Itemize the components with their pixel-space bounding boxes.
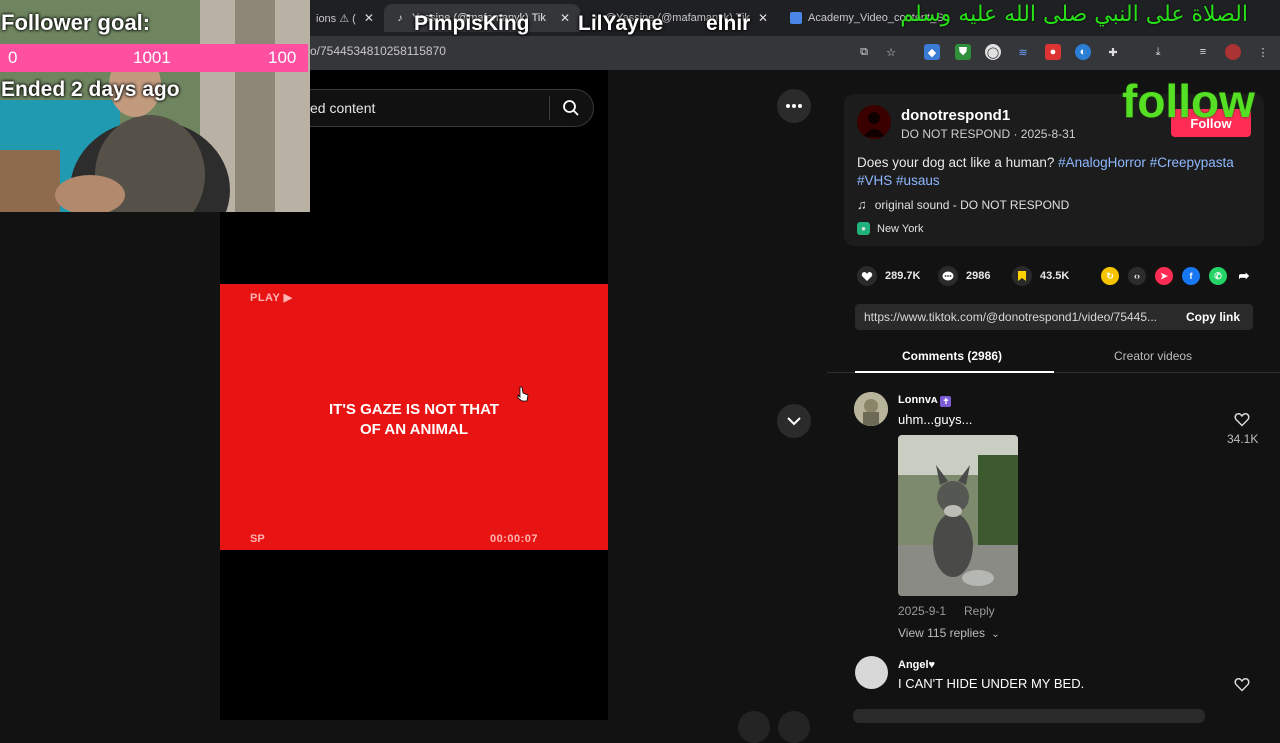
comment-like-icon[interactable]	[1234, 677, 1250, 697]
stream-name-overlay: elnir	[706, 12, 751, 35]
comment-stat[interactable]: 2986	[938, 266, 990, 286]
goal-min: 0	[8, 48, 18, 67]
vhs-play-label: PLAY ▶	[250, 292, 293, 304]
commenter-avatar[interactable]	[854, 392, 888, 426]
arabic-banner-overlay: الصلاة على النبي صلى الله عليه وسلم	[900, 2, 1248, 27]
follower-goal-title: Follower goal:	[1, 10, 151, 35]
location-pin-icon: ●	[857, 222, 870, 235]
docs-icon	[790, 12, 802, 24]
close-tab-icon[interactable]: ✕	[552, 11, 570, 25]
location-name: New York	[877, 222, 924, 235]
record-extension-icon[interactable]: ●	[1045, 44, 1061, 60]
facebook-icon[interactable]: f	[1182, 267, 1200, 285]
comment-text: I CAN'T HIDE UNDER MY BED.	[898, 676, 1085, 691]
close-tab-icon[interactable]: ✕	[356, 11, 374, 25]
extensions-puzzle-icon[interactable]: ✚	[1105, 44, 1121, 60]
chevron-down-icon: ⌄	[991, 629, 1000, 640]
send-icon[interactable]: ➤	[1155, 267, 1173, 285]
extension-icon[interactable]: ≋	[1015, 44, 1031, 60]
extension-icon[interactable]: ◐	[1075, 44, 1091, 60]
creator-subline: DO NOT RESPOND · 2025-8-31	[901, 127, 1076, 141]
vhs-timecode: 00:00:07	[490, 533, 539, 545]
save-count: 43.5K	[1040, 270, 1070, 282]
creator-avatar[interactable]	[857, 105, 891, 139]
commenter-name[interactable]: Angel♥	[898, 659, 935, 671]
location-row[interactable]: ● New York	[857, 222, 923, 235]
copy-link-button[interactable]: Copy link	[1186, 310, 1240, 324]
url-field[interactable]: o/7544534810258115870	[310, 44, 446, 58]
scroll-control[interactable]	[738, 711, 770, 743]
follow-text-overlay: follow	[1122, 75, 1255, 127]
chevron-down-icon	[787, 416, 801, 425]
repost-icon[interactable]: ↻	[1101, 267, 1119, 285]
media-control-icon[interactable]: ≡	[1195, 44, 1211, 60]
search-input[interactable]: ed content	[310, 100, 375, 116]
scroll-control[interactable]	[778, 711, 810, 743]
bookmark-star-icon[interactable]: ☆	[883, 44, 899, 60]
mouse-cursor-icon	[517, 386, 529, 407]
like-count: 289.7K	[885, 270, 921, 282]
next-video-button[interactable]	[777, 404, 811, 438]
bookmark-icon	[1012, 266, 1032, 286]
comment-like-icon[interactable]	[1234, 412, 1250, 432]
stream-name-overlay: LilYayne	[578, 12, 664, 35]
tab-comments[interactable]: Comments (2986)	[902, 349, 1002, 363]
video-caption-line-1: IT'S GAZE IS NOT THAT	[329, 401, 499, 418]
view-replies-label: View 115 replies	[898, 626, 985, 640]
active-tab-underline	[855, 371, 1054, 373]
comment-text: uhm...guys...	[898, 412, 973, 427]
browser-tab-1[interactable]: ions ⚠ ( ✕	[306, 4, 382, 32]
hashtag-link[interactable]: #AnalogHorror	[1058, 155, 1146, 170]
view-replies-button[interactable]: View 115 replies ⌄	[898, 626, 1000, 640]
tiktok-icon: ♪	[397, 12, 403, 24]
post-description: Does your dog act like a human? #AnalogH…	[857, 154, 1257, 190]
profile-avatar-icon[interactable]	[1225, 44, 1241, 60]
tab-creator-videos[interactable]: Creator videos	[1114, 349, 1192, 363]
like-stat[interactable]: 289.7K	[857, 266, 920, 286]
comment-count: 2986	[966, 270, 991, 282]
heart-icon	[857, 266, 877, 286]
badge-icon: ✝	[940, 396, 952, 407]
follower-goal-status: Ended 2 days ago	[1, 78, 180, 101]
search-divider	[549, 96, 550, 120]
comment-like-count: 34.1K	[1227, 432, 1259, 446]
extension-icon[interactable]: ◆	[924, 44, 940, 60]
video-caption-line-2: OF AN ANIMAL	[359, 421, 469, 438]
browser-menu-icon[interactable]: ⋮	[1255, 44, 1271, 60]
goal-current: 1001	[133, 48, 171, 67]
search-icon[interactable]	[562, 99, 580, 122]
creator-username[interactable]: donotrespond1	[901, 107, 1010, 124]
goal-max: 100	[268, 48, 297, 67]
save-stat[interactable]: 43.5K	[1012, 266, 1069, 286]
commenter-avatar[interactable]	[855, 656, 888, 689]
embed-code-icon[interactable]: ‹›	[1128, 267, 1146, 285]
more-dots-icon	[786, 104, 802, 108]
sound-name: original sound - DO NOT RESPOND	[874, 197, 1070, 212]
tab-label: ions ⚠ (	[316, 12, 356, 25]
download-icon[interactable]: ⤓	[1150, 44, 1166, 60]
hashtag-link[interactable]: #Creepypasta	[1150, 155, 1234, 170]
more-options-button[interactable]	[777, 89, 811, 123]
share-arrow-icon[interactable]: ➦	[1235, 267, 1253, 285]
comment-date: 2025-9-1	[898, 604, 947, 618]
vhs-sp-label: SP	[250, 533, 265, 545]
commenter-name[interactable]: Lonnvᴀ ✝	[898, 394, 952, 407]
stream-name-overlay: PimpisKing	[414, 12, 530, 35]
video-link-text[interactable]: https://www.tiktok.com/@donotrespond1/vi…	[864, 310, 1157, 324]
hashtag-link[interactable]: #usaus	[896, 173, 940, 188]
music-note-icon: ♫	[857, 197, 867, 212]
comment-bubble-icon	[938, 266, 958, 286]
close-tab-icon[interactable]: ✕	[750, 11, 768, 25]
comment-image[interactable]	[898, 435, 1018, 596]
description-text: Does your dog act like a human?	[857, 155, 1059, 170]
install-app-icon[interactable]: ⧉	[856, 44, 872, 60]
hashtag-link[interactable]: #VHS	[857, 173, 892, 188]
sound-row[interactable]: ♫ original sound - DO NOT RESPOND	[857, 197, 1069, 212]
shield-extension-icon[interactable]: ⛊	[955, 44, 971, 60]
extension-icon[interactable]: ◯	[985, 44, 1001, 60]
whatsapp-icon[interactable]: ✆	[1209, 267, 1227, 285]
reply-button[interactable]: Reply	[964, 604, 995, 618]
add-comment-input[interactable]	[853, 709, 1205, 723]
commenter-name-text: Lonnvᴀ	[898, 394, 938, 406]
